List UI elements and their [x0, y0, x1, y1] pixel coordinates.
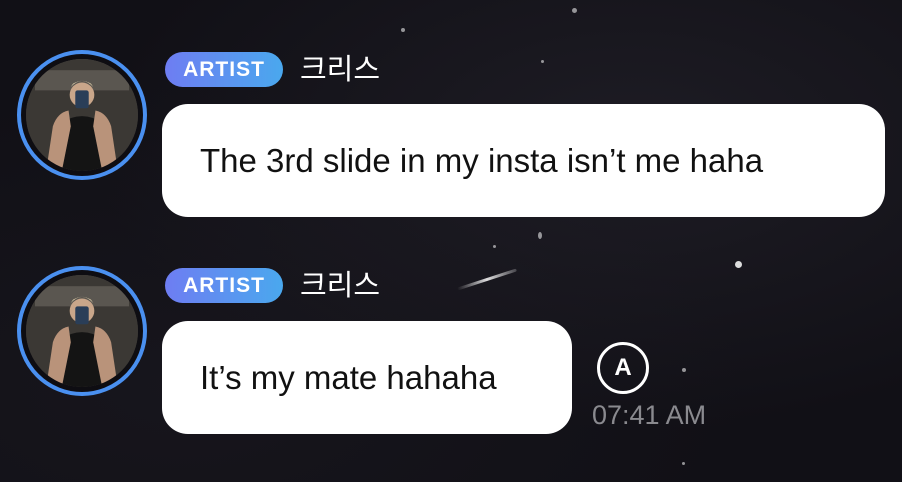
avatar-photo [26, 275, 138, 387]
background-speck [541, 60, 544, 63]
avatar[interactable] [17, 50, 147, 180]
background-speck [572, 8, 577, 13]
avatar[interactable] [17, 266, 147, 396]
message-text: The 3rd slide in my insta isn’t me haha [200, 141, 764, 179]
background-speck [682, 368, 686, 372]
avatar-photo [26, 59, 138, 171]
background-speck [493, 245, 496, 248]
background-speck [682, 462, 685, 465]
background-speck [538, 232, 542, 239]
message-bubble[interactable]: It’s my mate hahaha [162, 321, 572, 434]
message-timestamp: 07:41 AM [592, 400, 707, 430]
background-speck [401, 28, 405, 32]
avatar-person-icon [26, 275, 138, 387]
artist-badge: ARTIST [165, 268, 283, 303]
sender-name[interactable]: 크리스 [300, 268, 380, 303]
background-speck [735, 261, 742, 268]
message-text: It’s my mate hahaha [200, 358, 497, 396]
translate-icon[interactable]: A [597, 342, 649, 394]
artist-badge: ARTIST [165, 52, 283, 87]
avatar-person-icon [26, 59, 138, 171]
message-bubble[interactable]: The 3rd slide in my insta isn’t me haha [162, 104, 885, 217]
sender-name[interactable]: 크리스 [300, 52, 380, 87]
translate-icon-label: A [614, 354, 632, 381]
